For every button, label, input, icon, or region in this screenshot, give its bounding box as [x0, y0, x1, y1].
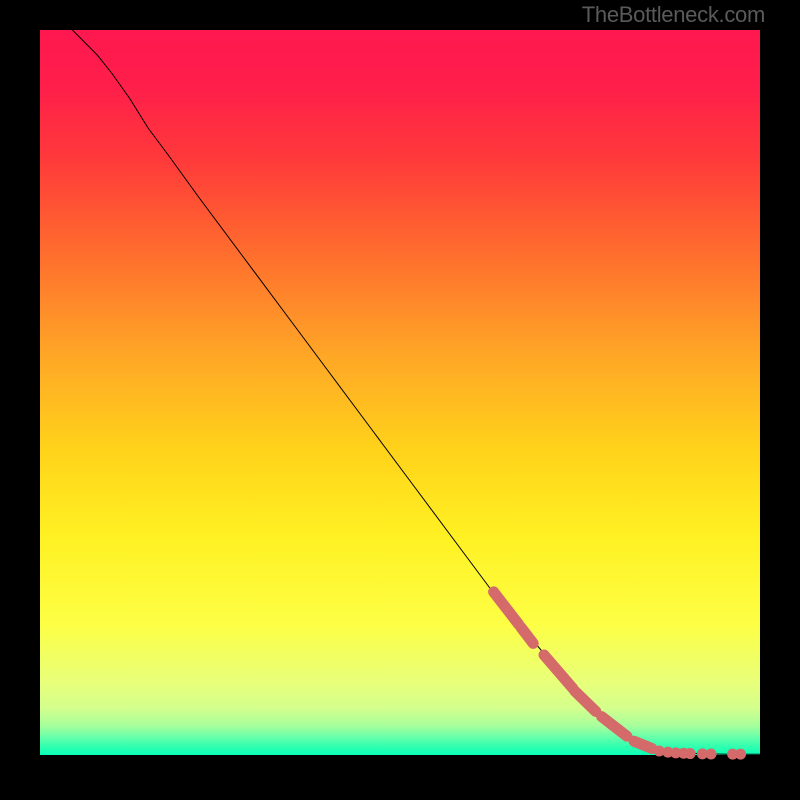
marker-dot — [735, 749, 746, 760]
marker-dot — [706, 748, 717, 759]
marker-segment — [544, 655, 573, 688]
marker-segment — [575, 691, 596, 711]
marker-dot — [685, 748, 696, 759]
chart-plot-area — [40, 30, 760, 755]
marker-segment — [602, 717, 627, 737]
marker-segment — [494, 592, 519, 625]
chart-markers-layer — [40, 30, 760, 755]
attribution-text: TheBottleneck.com — [582, 2, 765, 28]
marker-segment — [634, 741, 652, 748]
marker-segment — [521, 627, 533, 643]
